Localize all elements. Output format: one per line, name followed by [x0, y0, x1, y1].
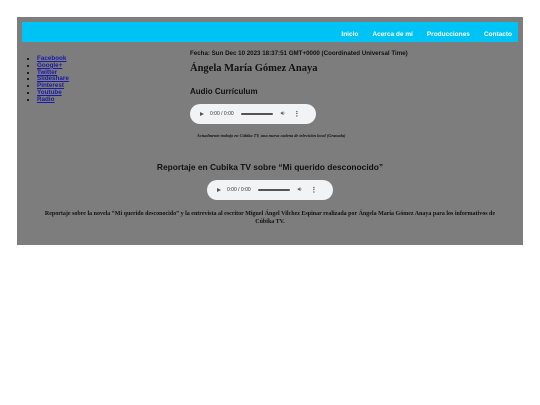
link-radio[interactable]: Radio — [37, 96, 55, 103]
main-nav: Inicio Acerca de mí Producciones Contact… — [341, 22, 512, 42]
play-icon[interactable] — [217, 188, 221, 192]
page-title: Ángela María Gómez Anaya — [190, 63, 318, 74]
nav-contacto[interactable]: Contacto — [484, 31, 512, 38]
page-container: Inicio Acerca de mí Producciones Contact… — [17, 17, 523, 245]
nav-producciones[interactable]: Producciones — [427, 31, 470, 38]
audio-progress-track[interactable] — [257, 189, 290, 191]
report-heading: Reportaje en Cubika TV sobre “Mi querido… — [156, 162, 384, 172]
report-caption: Reportaje sobre la novela “Mi querido de… — [44, 211, 496, 225]
audio-time: 0:00 / 0:00 — [210, 111, 234, 117]
audio-time: 0:00 / 0:00 — [227, 187, 251, 193]
audio-progress-track[interactable] — [240, 113, 273, 115]
job-caption: Actualmente trabajo en Cúbika TV, una nu… — [197, 133, 346, 138]
volume-icon[interactable]: 🔊︎ — [281, 111, 285, 118]
audio-section-title: Audio Currículum — [190, 87, 258, 96]
play-icon[interactable] — [200, 112, 204, 116]
audio-player-report[interactable]: 0:00 / 0:00 🔊︎ ⋮ — [207, 180, 333, 200]
top-nav-bar: Inicio Acerca de mí Producciones Contact… — [22, 22, 518, 42]
audio-player-curriculum[interactable]: 0:00 / 0:00 🔊︎ ⋮ — [190, 104, 316, 124]
social-links: Facebook Google+ Twitter Slideshare Pint… — [29, 55, 69, 104]
volume-icon[interactable]: 🔊︎ — [298, 187, 302, 194]
nav-inicio[interactable]: Inicio — [341, 31, 358, 38]
more-options-icon[interactable]: ⋮ — [310, 186, 317, 194]
more-options-icon[interactable]: ⋮ — [293, 110, 300, 118]
nav-acerca-de-mi[interactable]: Acerca de mí — [372, 31, 412, 38]
date-text: Fecha: Sun Dec 10 2023 18:37:51 GMT+0000… — [190, 50, 408, 57]
